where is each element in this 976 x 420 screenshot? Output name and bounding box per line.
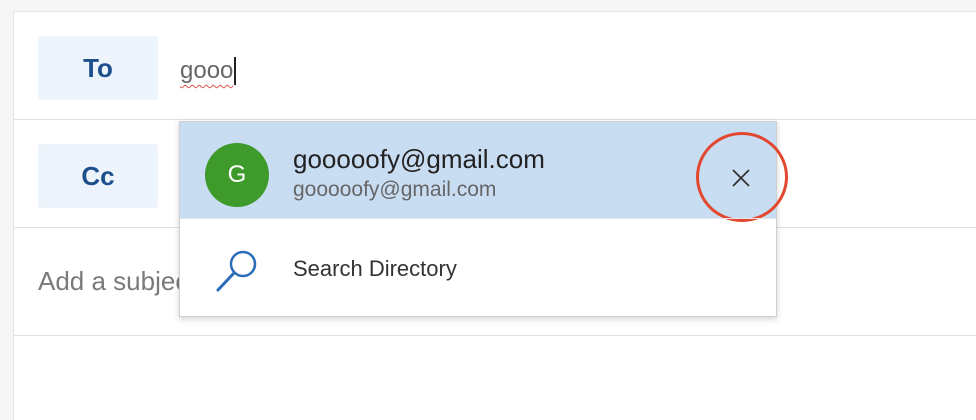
search-directory-item[interactable]: Search Directory [180,218,776,316]
search-icon [216,250,257,292]
search-directory-label: Search Directory [293,256,457,281]
cc-button[interactable]: Cc [38,144,158,208]
to-input[interactable]: gooo [180,54,680,88]
suggestion-item[interactable]: G gooooofy@gmail.com gooooofy@gmail.com [180,122,788,222]
text-caret [234,57,237,85]
suggestion-email: gooooofy@gmail.com [293,178,497,201]
to-typed-text: gooo [180,57,234,84]
avatar: G [205,143,269,207]
recipient-suggestions-dropdown: G gooooofy@gmail.com gooooofy@gmail.com … [179,121,788,317]
close-icon [732,169,750,187]
to-button[interactable]: To [38,36,158,100]
to-row: To gooo [14,12,976,120]
remove-suggestion-button[interactable] [716,156,766,200]
suggestion-name: gooooofy@gmail.com [293,144,545,174]
